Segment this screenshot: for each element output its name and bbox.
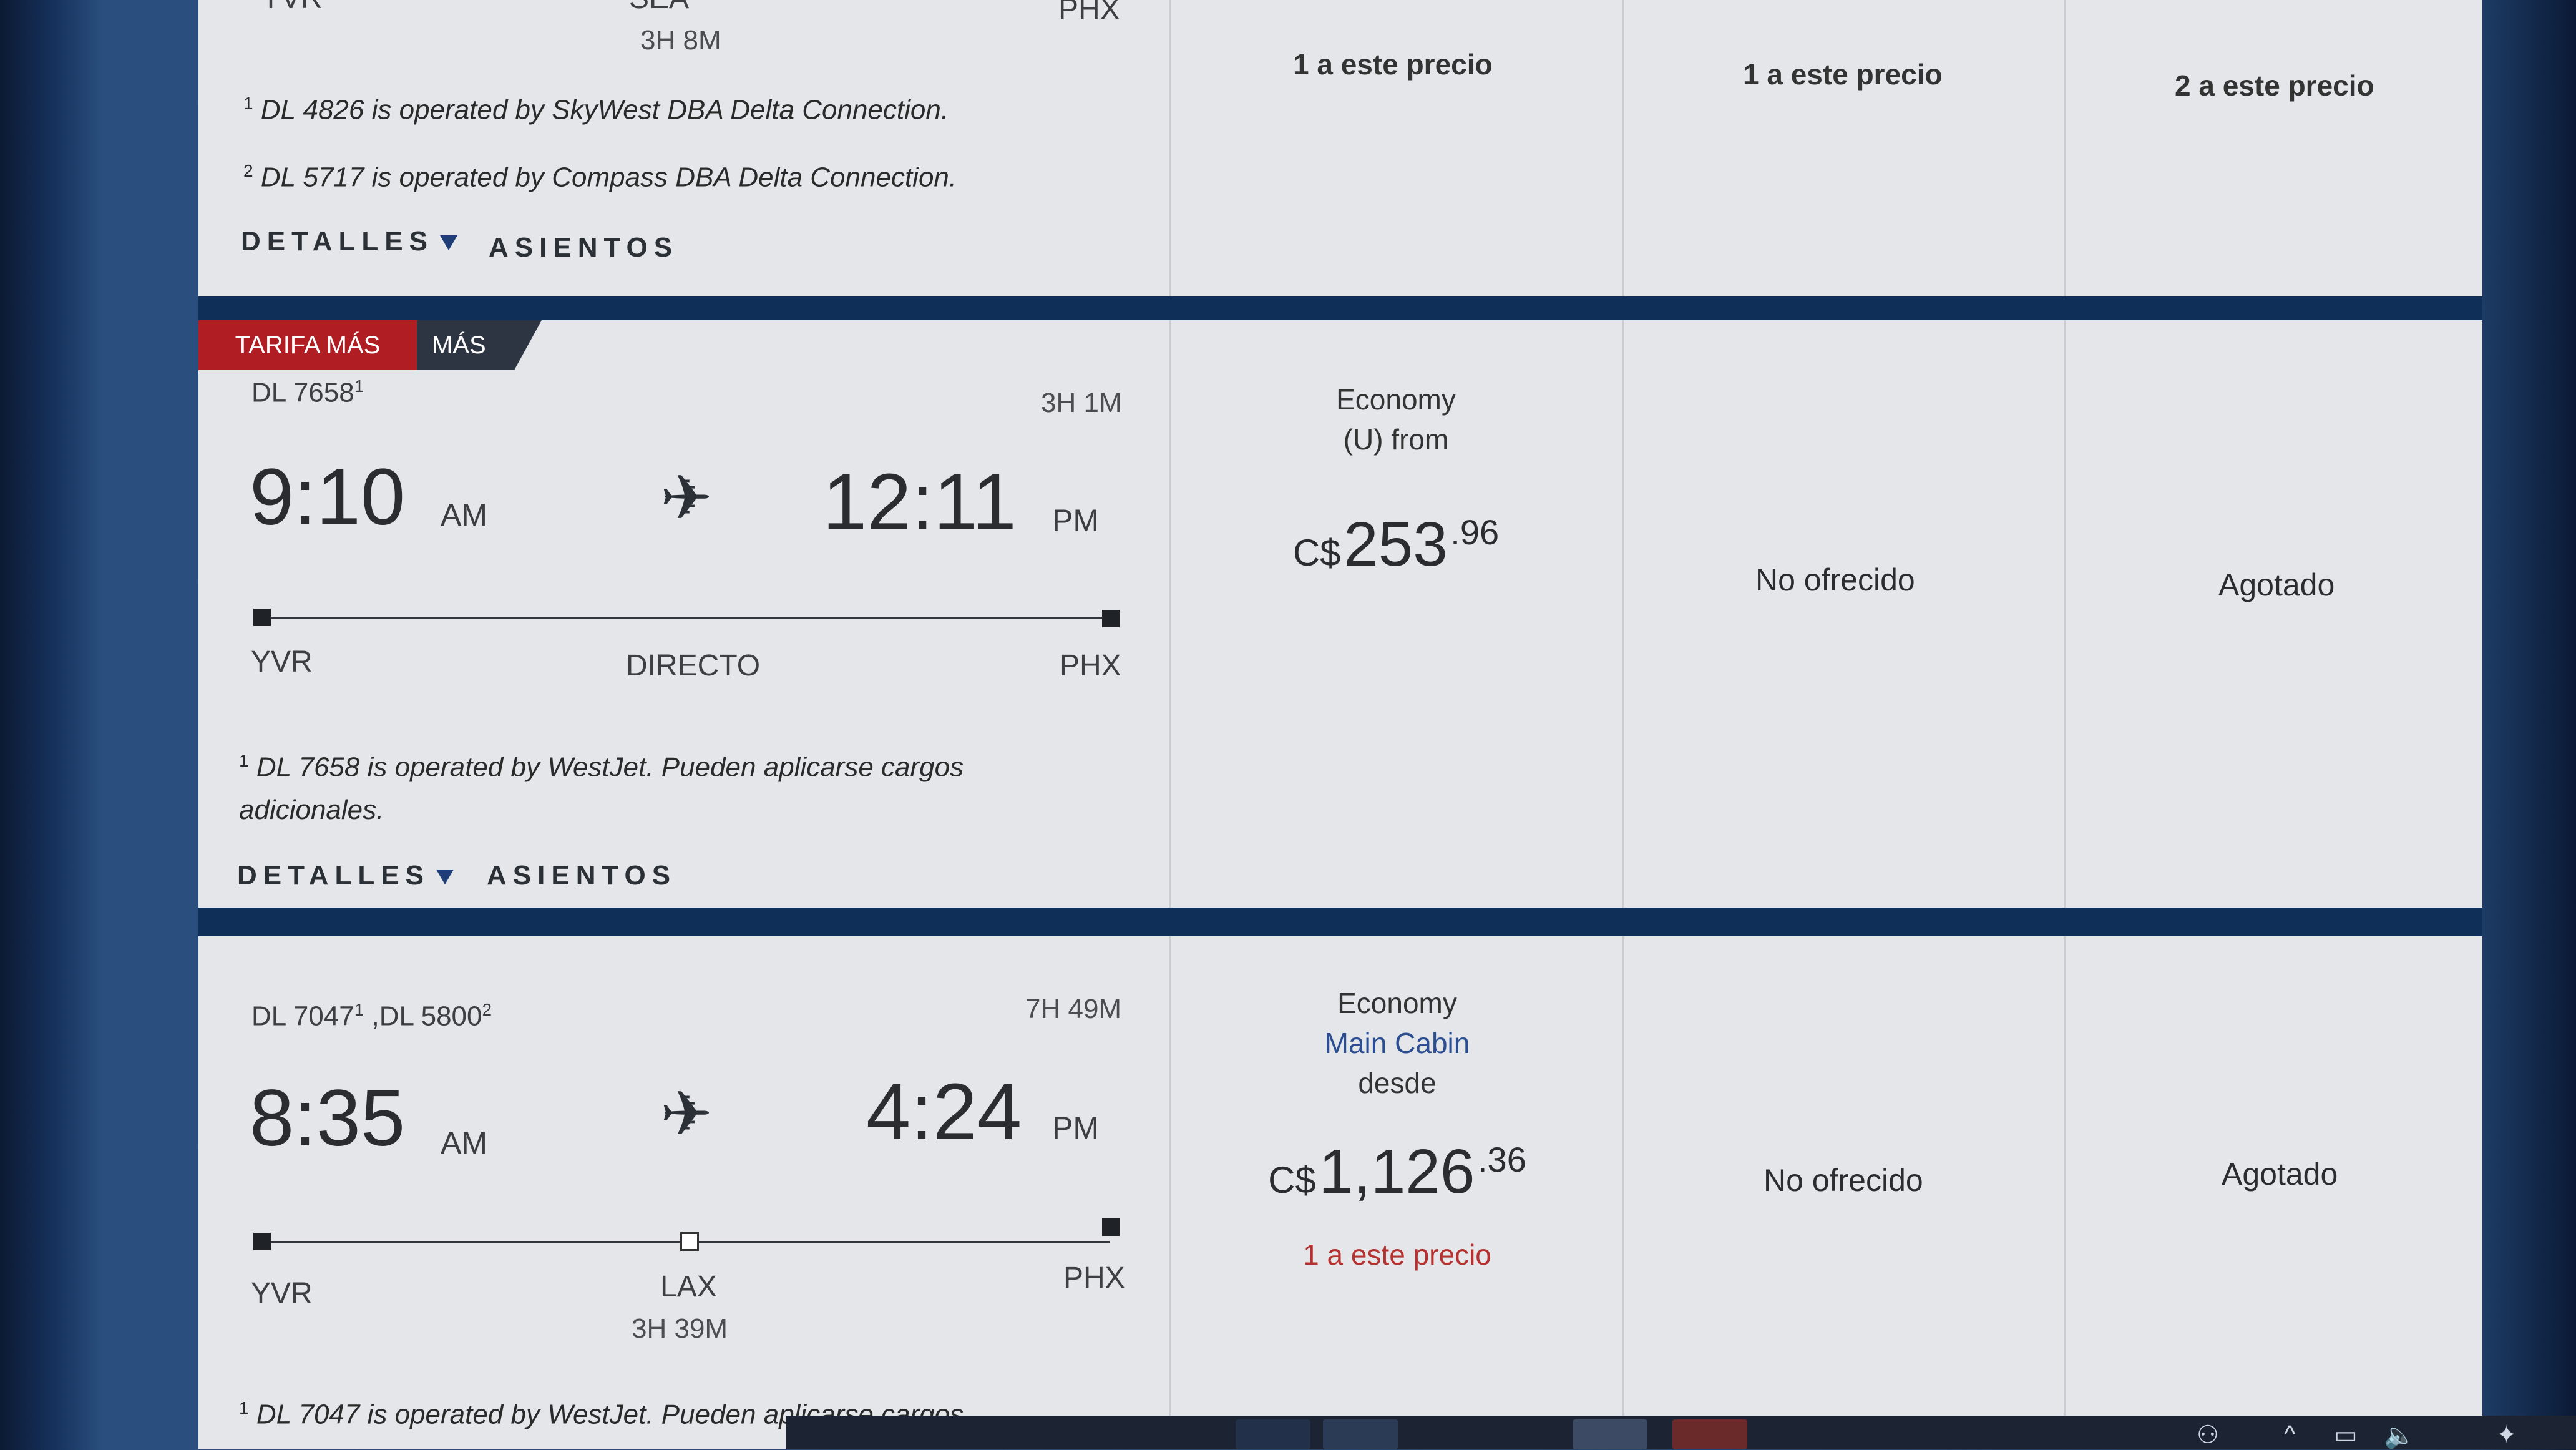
fare-from-label: desde xyxy=(1358,1067,1437,1099)
taskbar-app[interactable] xyxy=(1323,1419,1398,1449)
seats-link[interactable]: ASIENTOS xyxy=(489,232,678,263)
destination-marker xyxy=(1102,610,1120,627)
fare-not-offered: No ofrecido xyxy=(1764,1163,1923,1198)
chevron-down-icon xyxy=(436,870,454,885)
layover-duration: 3H 39M xyxy=(632,1313,728,1344)
price-cents: .36 xyxy=(1478,1140,1526,1179)
battery-icon[interactable]: ▭ xyxy=(2334,1421,2358,1449)
departure-ampm: AM xyxy=(441,1125,487,1160)
dropbox-icon[interactable]: ✦ xyxy=(2496,1421,2517,1449)
chevron-up-icon[interactable]: ^ xyxy=(2284,1421,2296,1449)
fare-cell[interactable]: Economy (U) from C$ 253 .96 xyxy=(1169,383,1622,580)
fare-not-offered: No ofrecido xyxy=(1755,562,1915,597)
volume-icon[interactable]: 🔈 xyxy=(2384,1421,2415,1450)
details-link[interactable]: DETALLES xyxy=(241,226,457,257)
origin-marker xyxy=(253,1233,271,1250)
origin-airport: YVR xyxy=(251,1277,313,1310)
origin-airport: YVR xyxy=(261,0,323,16)
flight-results-page: YVR SEA 3H 8M PHX 1 DL 4826 is operated … xyxy=(198,0,2482,1449)
taskbar-app[interactable] xyxy=(1672,1419,1747,1449)
flight-numbers[interactable]: DL 70471 ,DL 58002 xyxy=(251,1000,492,1032)
plane-icon: ✈ xyxy=(660,1079,713,1149)
taskbar-app[interactable] xyxy=(1573,1419,1647,1449)
cabin-label: Economy xyxy=(1336,383,1456,416)
destination-airport: PHX xyxy=(1063,1261,1125,1295)
details-link[interactable]: DETALLES xyxy=(237,860,454,891)
arrival-ampm: PM xyxy=(1052,1110,1099,1145)
departure-ampm: AM xyxy=(441,497,487,532)
destination-marker xyxy=(1102,1218,1120,1236)
origin-marker xyxy=(253,609,271,626)
layover-duration: 3H 8M xyxy=(640,25,721,56)
departure-time: 9:10 xyxy=(250,453,406,542)
connection-airport: SEA xyxy=(629,0,689,16)
fare-sold-out: Agotado xyxy=(2218,567,2335,602)
price-amount: 253 xyxy=(1343,509,1448,579)
fare-badge-mas: MÁS xyxy=(417,320,542,370)
fare-price[interactable]: C$ 253 .96 xyxy=(1169,509,1622,580)
seats-left-note: 1 a este precio xyxy=(1293,48,1493,81)
flight-duration: 7H 49M xyxy=(1025,994,1122,1024)
stop-marker xyxy=(680,1232,699,1251)
arrival-time: 12:11 xyxy=(822,458,1017,547)
destination-airport: PHX xyxy=(1060,649,1121,682)
operator-footnote-cont: adicionales. xyxy=(239,795,384,825)
plane-icon: ✈ xyxy=(660,463,713,533)
taskbar: ⚇ ^ ▭ 🔈 ✦ xyxy=(786,1416,2576,1449)
operator-footnote: 1 DL 7658 is operated by WestJet. Pueden… xyxy=(239,751,964,783)
destination-airport: PHX xyxy=(1058,0,1120,26)
price-amount: 1,126 xyxy=(1319,1137,1475,1207)
chevron-down-icon xyxy=(439,235,457,251)
seats-left-note: 1 a este precio xyxy=(1303,1238,1491,1271)
fare-class-label: (U) from xyxy=(1343,423,1449,456)
seats-left-note: 1 a este precio xyxy=(1743,58,1943,91)
cabin-label: Economy xyxy=(1337,987,1457,1019)
seats-link[interactable]: ASIENTOS xyxy=(487,860,676,891)
cabin-name-link[interactable]: Main Cabin xyxy=(1169,1026,1625,1060)
fare-price[interactable]: C$ 1,126 .36 xyxy=(1169,1136,1625,1208)
flight-card[interactable]: DL 70471 ,DL 58002 7H 49M 8:35 AM ✈ 4:24… xyxy=(198,936,2482,1449)
fare-badge-tarifa: TARIFA MÁS xyxy=(198,320,417,370)
arrival-ampm: PM xyxy=(1052,503,1099,538)
route-line xyxy=(261,617,1110,619)
fare-sold-out: Agotado xyxy=(2222,1157,2338,1192)
flight-card[interactable]: TARIFA MÁS MÁS DL 76581 3H 1M 9:10 AM ✈ … xyxy=(198,320,2482,919)
operator-footnote: 1 DL 4826 is operated by SkyWest DBA Del… xyxy=(243,94,949,125)
price-currency: C$ xyxy=(1292,532,1341,574)
price-currency: C$ xyxy=(1268,1159,1316,1201)
origin-airport: YVR xyxy=(251,645,313,678)
card-separator xyxy=(198,908,2482,936)
card-separator xyxy=(198,296,2482,320)
price-cents: .96 xyxy=(1450,512,1500,552)
flight-card-partial: YVR SEA 3H 8M PHX 1 DL 4826 is operated … xyxy=(198,0,2482,296)
connection-type: DIRECTO xyxy=(626,649,761,682)
flight-number[interactable]: DL 76581 xyxy=(251,376,364,409)
departure-time: 8:35 xyxy=(250,1074,406,1163)
people-icon[interactable]: ⚇ xyxy=(2197,1421,2219,1449)
flight-duration: 3H 1M xyxy=(1041,388,1122,418)
operator-footnote: 2 DL 5717 is operated by Compass DBA Del… xyxy=(243,161,957,193)
seats-left-note: 2 a este precio xyxy=(2175,69,2374,102)
fare-cell[interactable]: Economy Main Cabin desde C$ 1,126 .36 1 … xyxy=(1169,986,1625,1271)
arrival-time: 4:24 xyxy=(866,1067,1022,1157)
stop-airport: LAX xyxy=(660,1270,717,1303)
taskbar-app[interactable] xyxy=(1236,1419,1310,1449)
